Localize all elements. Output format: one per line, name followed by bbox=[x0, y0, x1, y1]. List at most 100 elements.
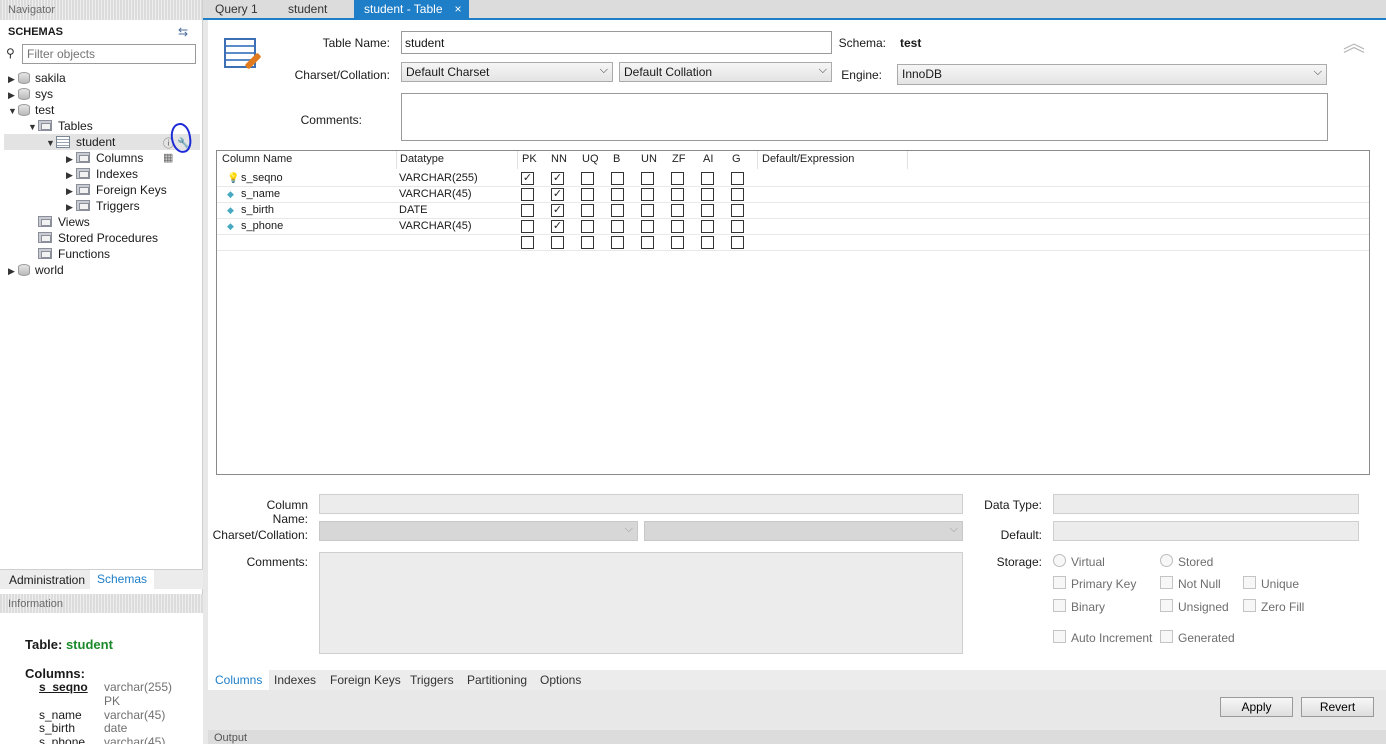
collapse-icon[interactable]: ▼ bbox=[28, 119, 38, 135]
flag-checkbox-un[interactable] bbox=[641, 220, 654, 233]
flag-checkbox-ai[interactable] bbox=[701, 188, 714, 201]
flag-checkbox-nn[interactable] bbox=[551, 236, 564, 249]
flag-checkbox-g[interactable] bbox=[731, 236, 744, 249]
header-un[interactable]: UN bbox=[641, 153, 657, 165]
auto-increment-checkbox[interactable] bbox=[1053, 630, 1066, 643]
subtab-columns[interactable]: Columns bbox=[208, 670, 270, 690]
data-type-input[interactable] bbox=[1053, 494, 1359, 514]
revert-button[interactable]: Revert bbox=[1301, 697, 1374, 717]
flag-checkbox-pk[interactable] bbox=[521, 220, 534, 233]
tab-student-table[interactable]: student - Table × bbox=[354, 0, 469, 18]
subtab-foreign-keys[interactable]: Foreign Keys bbox=[330, 673, 401, 687]
tree-item-sakila[interactable]: ▶ sakila bbox=[8, 70, 66, 86]
flag-checkbox-zf[interactable] bbox=[671, 220, 684, 233]
subtab-options[interactable]: Options bbox=[540, 673, 581, 687]
header-g[interactable]: G bbox=[732, 153, 741, 165]
flag-checkbox-nn[interactable]: ✓ bbox=[551, 172, 564, 185]
expand-icon[interactable]: ▶ bbox=[66, 151, 76, 167]
flag-checkbox-nn[interactable]: ✓ bbox=[551, 188, 564, 201]
engine-select[interactable]: InnoDB ⌵ bbox=[897, 64, 1327, 85]
flag-checkbox-ai[interactable] bbox=[701, 236, 714, 249]
flag-checkbox-zf[interactable] bbox=[671, 236, 684, 249]
close-tab-icon[interactable]: × bbox=[454, 0, 461, 18]
tab-schemas[interactable]: Schemas bbox=[90, 570, 155, 590]
flag-checkbox-g[interactable] bbox=[731, 204, 744, 217]
flag-checkbox-zf[interactable] bbox=[671, 188, 684, 201]
flag-checkbox-uq[interactable] bbox=[581, 172, 594, 185]
header-uq[interactable]: UQ bbox=[582, 153, 599, 165]
flag-checkbox-b[interactable] bbox=[611, 188, 624, 201]
refresh-schemas-icon[interactable]: ⇆ bbox=[178, 25, 188, 39]
flag-checkbox-nn[interactable]: ✓ bbox=[551, 220, 564, 233]
table-comments-input[interactable] bbox=[401, 93, 1328, 141]
tree-item-indexes[interactable]: ▶ Indexes bbox=[66, 166, 138, 182]
flag-checkbox-un[interactable] bbox=[641, 188, 654, 201]
cell-datatype[interactable]: VARCHAR(255) bbox=[399, 172, 478, 184]
subtab-triggers[interactable]: Triggers bbox=[410, 673, 454, 687]
header-zf[interactable]: ZF bbox=[672, 153, 685, 165]
primary-key-checkbox[interactable] bbox=[1053, 576, 1066, 589]
expand-icon[interactable]: ▶ bbox=[8, 71, 18, 87]
tree-item-foreign-keys[interactable]: ▶ Foreign Keys bbox=[66, 182, 167, 198]
flag-checkbox-zf[interactable] bbox=[671, 204, 684, 217]
header-datatype[interactable]: Datatype bbox=[400, 153, 444, 165]
flag-checkbox-ai[interactable] bbox=[701, 172, 714, 185]
cell-datatype[interactable]: VARCHAR(45) bbox=[399, 188, 472, 200]
unique-checkbox[interactable] bbox=[1243, 576, 1256, 589]
unsigned-checkbox[interactable] bbox=[1160, 599, 1173, 612]
tree-item-stored-procedures[interactable]: Stored Procedures bbox=[38, 230, 158, 246]
zero-fill-checkbox[interactable] bbox=[1243, 599, 1256, 612]
default-input[interactable] bbox=[1053, 521, 1359, 541]
flag-checkbox-un[interactable] bbox=[641, 172, 654, 185]
column-name-input[interactable] bbox=[319, 494, 963, 514]
tree-item-views[interactable]: Views bbox=[38, 214, 90, 230]
collapse-icon[interactable]: ▼ bbox=[46, 135, 56, 151]
flag-checkbox-uq[interactable] bbox=[581, 204, 594, 217]
header-default-expression[interactable]: Default/Expression bbox=[762, 153, 854, 165]
tree-item-sys[interactable]: ▶ sys bbox=[8, 86, 53, 102]
binary-checkbox[interactable] bbox=[1053, 599, 1066, 612]
table-row[interactable] bbox=[217, 235, 1369, 251]
flag-checkbox-g[interactable] bbox=[731, 220, 744, 233]
tree-item-functions[interactable]: Functions bbox=[38, 246, 110, 262]
expand-icon[interactable]: ▶ bbox=[66, 199, 76, 215]
flag-checkbox-b[interactable] bbox=[611, 236, 624, 249]
tab-student[interactable]: student bbox=[278, 0, 337, 18]
collapse-header-icon[interactable]: ︽ bbox=[1343, 26, 1365, 58]
flag-checkbox-pk[interactable] bbox=[521, 204, 534, 217]
cell-column-name[interactable]: s_name bbox=[241, 188, 280, 200]
flag-checkbox-uq[interactable] bbox=[581, 220, 594, 233]
cell-column-name[interactable]: s_phone bbox=[241, 220, 283, 232]
filter-objects-input[interactable] bbox=[22, 44, 196, 64]
generated-checkbox[interactable] bbox=[1160, 630, 1173, 643]
subtab-partitioning[interactable]: Partitioning bbox=[467, 673, 527, 687]
cell-datatype[interactable]: VARCHAR(45) bbox=[399, 220, 472, 232]
flag-checkbox-b[interactable] bbox=[611, 220, 624, 233]
charset-select[interactable]: Default Charset ⌵ bbox=[401, 62, 613, 82]
expand-icon[interactable]: ▶ bbox=[66, 183, 76, 199]
flag-checkbox-b[interactable] bbox=[611, 172, 624, 185]
grid-icon[interactable]: ▦ bbox=[163, 152, 173, 164]
tree-item-tables[interactable]: ▼ Tables bbox=[28, 118, 93, 134]
header-pk[interactable]: PK bbox=[522, 153, 537, 165]
stored-radio[interactable] bbox=[1160, 554, 1173, 567]
subtab-indexes[interactable]: Indexes bbox=[274, 673, 316, 687]
cell-datatype[interactable]: DATE bbox=[399, 204, 428, 216]
cell-column-name[interactable]: s_birth bbox=[241, 204, 274, 216]
table-row[interactable]: 💡 s_seqno VARCHAR(255) ✓ ✓ bbox=[217, 171, 1369, 187]
column-collation-select[interactable]: ⌵ bbox=[644, 521, 963, 541]
virtual-radio[interactable] bbox=[1053, 554, 1066, 567]
tree-item-test[interactable]: ▼ test bbox=[8, 102, 54, 118]
table-row[interactable]: ◆ s_phone VARCHAR(45) ✓ bbox=[217, 219, 1369, 235]
flag-checkbox-nn[interactable]: ✓ bbox=[551, 204, 564, 217]
flag-checkbox-uq[interactable] bbox=[581, 236, 594, 249]
flag-checkbox-ai[interactable] bbox=[701, 220, 714, 233]
header-b[interactable]: B bbox=[613, 153, 620, 165]
column-comments-input[interactable] bbox=[319, 552, 963, 654]
tree-item-triggers[interactable]: ▶ Triggers bbox=[66, 198, 140, 214]
flag-checkbox-ai[interactable] bbox=[701, 204, 714, 217]
not-null-checkbox[interactable] bbox=[1160, 576, 1173, 589]
flag-checkbox-pk[interactable]: ✓ bbox=[521, 172, 534, 185]
tree-item-world[interactable]: ▶ world bbox=[8, 262, 64, 278]
flag-checkbox-zf[interactable] bbox=[671, 172, 684, 185]
